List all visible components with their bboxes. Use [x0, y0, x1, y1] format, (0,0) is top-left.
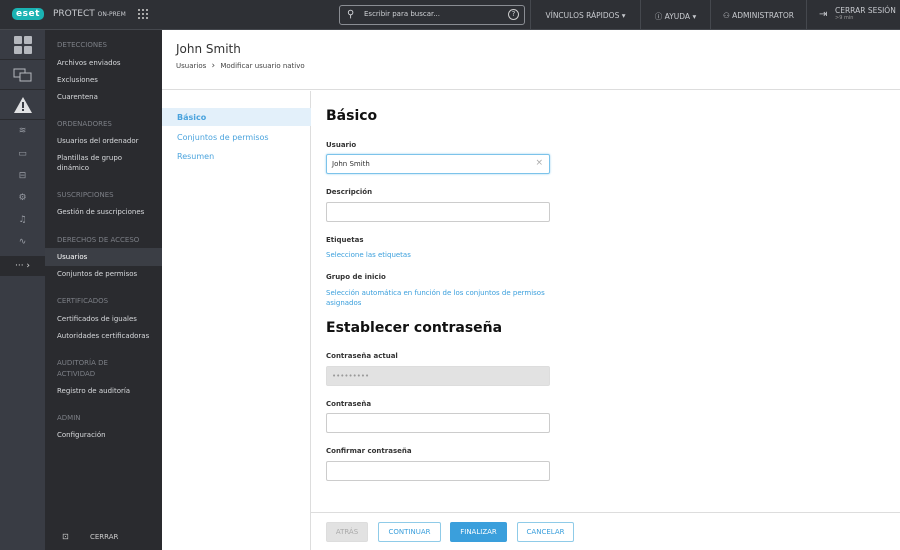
sidebar-nav: DETECCIONES Archivos enviados Exclusione…: [45, 30, 162, 550]
grupo-inicio-link[interactable]: Selección automática en función de los c…: [326, 288, 556, 308]
sidebar-item-usuarios-ordenador[interactable]: Usuarios del ordenador: [57, 136, 157, 146]
wizard-step-basico[interactable]: Básico: [162, 108, 311, 126]
password-input[interactable]: [326, 413, 550, 433]
breadcrumb-usuarios[interactable]: Usuarios: [176, 62, 206, 70]
chevron-down-icon: ▾: [621, 11, 626, 20]
notifications-icon[interactable]: ♫: [0, 215, 45, 225]
product-suffix: ON-PREM: [97, 11, 126, 18]
logout-icon: ⇥: [819, 9, 828, 20]
sidebar-item-configuracion[interactable]: Configuración: [57, 430, 157, 440]
help-circle-icon: ⓘ: [654, 12, 663, 21]
usuario-input[interactable]: John Smith ×: [326, 154, 550, 174]
session-time: >9 min: [835, 15, 854, 21]
current-password-input: •••••••••: [326, 366, 550, 386]
select-tags-link[interactable]: Seleccione las etiquetas: [326, 250, 556, 260]
logout-label: CERRAR SESIÓN: [835, 6, 896, 15]
product-name: PROTECT ON-PREM: [53, 9, 126, 19]
logout-button[interactable]: ⇥ CERRAR SESIÓN >9 min: [806, 0, 900, 30]
eset-logo: eset: [12, 8, 44, 20]
continue-button[interactable]: CONTINUAR: [378, 522, 441, 542]
dashboard-icon[interactable]: [0, 30, 45, 60]
more-expand-icon[interactable]: ··· ›: [0, 256, 45, 276]
chevron-right-icon: ›: [211, 61, 216, 71]
computers-icon[interactable]: [0, 60, 45, 90]
breadcrumb-current: Modificar usuario nativo: [220, 62, 305, 70]
password-label: Contraseña: [326, 400, 372, 408]
usuario-label: Usuario: [326, 141, 357, 149]
help-menu[interactable]: ⓘ AYUDA ▾: [640, 0, 710, 30]
detections-warning-icon[interactable]: [0, 90, 45, 120]
descripcion-input[interactable]: [326, 202, 550, 222]
descripcion-label: Descripción: [326, 188, 373, 196]
top-bar: eset PROTECT ON-PREM ⚲ Escribir para bus…: [0, 0, 900, 30]
user-menu[interactable]: ⚇ ADMINISTRATOR: [710, 0, 806, 30]
collapse-sidebar-button[interactable]: CERRAR: [90, 533, 118, 541]
sidebar-item-usuarios[interactable]: Usuarios: [57, 252, 157, 262]
help-icon[interactable]: ?: [508, 9, 519, 20]
sidebar-item-cuarentena[interactable]: Cuarentena: [57, 92, 157, 102]
quick-links-label: VÍNCULOS RÁPIDOS: [545, 11, 620, 20]
finish-button[interactable]: FINALIZAR: [450, 522, 507, 542]
back-button[interactable]: ATRÁS: [326, 522, 368, 542]
grupo-inicio-label: Grupo de inicio: [326, 273, 386, 281]
section-detecciones: DETECCIONES: [57, 41, 107, 49]
search-icon: ⚲: [347, 9, 355, 20]
confirm-password-input[interactable]: [326, 461, 550, 481]
page-title: John Smith: [176, 42, 241, 56]
sidebar-item-certificados-iguales[interactable]: Certificados de iguales: [57, 314, 157, 324]
section-suscripciones: SUSCRIPCIONES: [57, 191, 114, 199]
sidebar-item-conjuntos-permisos[interactable]: Conjuntos de permisos: [57, 269, 157, 279]
wizard-steps: Básico Conjuntos de permisos Resumen: [162, 91, 311, 550]
chevron-down-icon: ▾: [692, 12, 697, 21]
icon-rail: ≋ ▭ ⊟ ⚙ ♫ ∿ ··· ›: [0, 30, 45, 550]
sidebar-item-gestion-suscripciones[interactable]: Gestión de suscripciones: [57, 207, 157, 217]
sidebar-item-autoridades[interactable]: Autoridades certificadoras: [57, 331, 157, 341]
section-heading-basico: Básico: [326, 108, 378, 124]
sidebar-item-exclusiones[interactable]: Exclusiones: [57, 75, 157, 85]
current-password-label: Contraseña actual: [326, 352, 398, 360]
status-icon[interactable]: ∿: [0, 237, 45, 247]
tasks-icon[interactable]: ▭: [0, 149, 45, 159]
sidebar-item-registro-auditoria[interactable]: Registro de auditoría: [57, 386, 157, 396]
wizard-footer: ATRÁS CONTINUAR FINALIZAR CANCELAR: [311, 512, 900, 550]
policies-icon[interactable]: ⚙: [0, 193, 45, 203]
user-icon: ⚇: [722, 11, 730, 20]
usuario-value: John Smith: [332, 160, 370, 168]
user-label: ADMINISTRATOR: [732, 11, 795, 20]
page-header: John Smith Usuarios › Modificar usuario …: [162, 30, 900, 90]
help-label: AYUDA: [664, 12, 691, 21]
section-certificados: CERTIFICADOS: [57, 297, 109, 305]
sidebar-item-plantillas[interactable]: Plantillas de grupo dinámico: [57, 153, 137, 173]
section-auditoria: AUDITORÍA DE ACTIVIDAD: [57, 359, 108, 378]
confirm-password-label: Confirmar contraseña: [326, 447, 412, 455]
section-admin: ADMIN: [57, 414, 81, 422]
installers-icon[interactable]: ⊟: [0, 171, 45, 181]
etiquetas-label: Etiquetas: [326, 236, 364, 244]
collapse-icon[interactable]: ⊡: [62, 532, 69, 541]
sidebar-item-archivos-enviados[interactable]: Archivos enviados: [57, 58, 157, 68]
product-title: PROTECT: [53, 9, 95, 19]
section-ordenadores: ORDENADORES: [57, 120, 112, 128]
section-derechos: DERECHOS DE ACCESO: [57, 236, 140, 244]
wizard-step-conjuntos[interactable]: Conjuntos de permisos: [162, 128, 311, 146]
search-input[interactable]: ⚲ Escribir para buscar... ?: [339, 5, 525, 25]
reports-icon[interactable]: ≋: [0, 126, 45, 136]
breadcrumb: Usuarios › Modificar usuario nativo: [176, 61, 305, 71]
quick-links-menu[interactable]: VÍNCULOS RÁPIDOS ▾: [530, 0, 640, 30]
wizard-step-resumen[interactable]: Resumen: [162, 147, 311, 165]
cancel-button[interactable]: CANCELAR: [517, 522, 574, 542]
section-heading-password: Establecer contraseña: [326, 320, 503, 336]
apps-grid-icon[interactable]: [138, 9, 149, 20]
clear-icon[interactable]: ×: [535, 158, 543, 168]
search-placeholder: Escribir para buscar...: [364, 10, 440, 18]
